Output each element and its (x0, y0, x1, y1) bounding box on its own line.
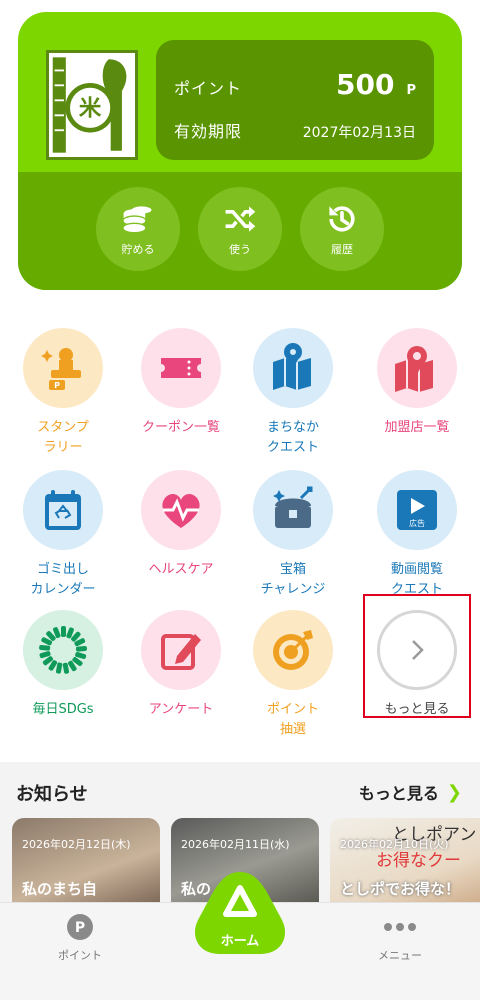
map-key-icon (253, 328, 333, 408)
point-badge: P (75, 920, 85, 936)
nav-point-label: ポイント (58, 949, 102, 962)
town-quest-label: まちなか クエスト (266, 420, 319, 455)
member-stores-label: 加盟店一覧 (384, 420, 450, 435)
daily-sdgs-item[interactable]: 毎日SDGs (8, 610, 118, 720)
history-button[interactable]: 履歴 (300, 187, 384, 271)
news-more-link[interactable]: もっと見る ❯ (359, 780, 462, 804)
point-icon: P (67, 914, 93, 940)
nav-home-label: ホーム (220, 934, 260, 949)
daily-sdgs-label: 毎日SDGs (32, 702, 94, 717)
coupon-list-item[interactable]: クーポン一覧 (126, 328, 236, 438)
treasure-challenge-label: 宝箱 チャレンジ (260, 562, 326, 597)
nav-menu-label: メニュー (378, 949, 422, 962)
news-title: お知らせ (16, 784, 88, 805)
news-date: 2026年02月12日(木) (22, 838, 131, 851)
coins-icon (123, 206, 152, 233)
treasure-challenge-item[interactable]: 宝箱 チャレンジ (238, 470, 348, 600)
map-pin-icon (377, 328, 457, 408)
more-label: もっと見る (384, 702, 450, 717)
survey-label: アンケート (148, 702, 214, 717)
shuffle-icon (225, 206, 256, 232)
history-icon (329, 206, 355, 232)
point-info-box: ポイント 500 P 有効期限 2027年02月13日 (156, 40, 434, 160)
point-lottery-label: ポイント 抽選 (266, 702, 319, 737)
healthcare-label: ヘルスケア (148, 562, 214, 577)
video-ad-icon: 広告 (377, 470, 457, 550)
chevron-right-icon: ❯ (446, 781, 462, 803)
news-more-label: もっと見る (358, 784, 439, 803)
save-points-label: 貯める (121, 243, 155, 256)
healthcare-item[interactable]: ヘルスケア (126, 470, 236, 580)
survey-item[interactable]: アンケート (126, 610, 236, 720)
point-label: ポイント (174, 79, 243, 98)
member-stores-item[interactable]: 加盟店一覧 (362, 328, 472, 438)
expiry-label: 有効期限 (174, 122, 243, 141)
stamp-rally-label: スタンプ ラリー (37, 420, 89, 455)
news-headline: としポでお得な！ (340, 880, 461, 898)
stamp-rally-item[interactable]: P スタンプ ラリー (8, 328, 118, 458)
sdgs-icon (23, 610, 103, 690)
coupon-icon (141, 328, 221, 408)
coupon-list-label: クーポン一覧 (141, 420, 220, 435)
heart-icon (141, 470, 221, 550)
more-item[interactable]: もっと見る (362, 610, 472, 720)
save-points-button[interactable]: 貯める (96, 187, 180, 271)
target-icon (253, 610, 333, 690)
city-logo: 米 (46, 50, 138, 160)
news-date: 2026年02月11日(水) (181, 838, 290, 851)
stamp-icon: P (23, 328, 103, 408)
point-value: 500 (336, 68, 395, 101)
chevron-right-icon (377, 610, 457, 690)
recycle-calendar-icon (23, 470, 103, 550)
garbage-calendar-item[interactable]: ゴミ出し カレンダー (8, 470, 118, 600)
town-quest-item[interactable]: まちなか クエスト (238, 328, 348, 458)
pencil-icon (141, 610, 221, 690)
more-dots-icon (384, 923, 416, 931)
use-points-button[interactable]: 使う (198, 187, 282, 271)
news-date: 2026年02月10日(火) (340, 838, 449, 851)
svg-text:P: P (54, 381, 60, 390)
ad-badge: 広告 (409, 518, 425, 528)
video-quest-item[interactable]: 広告 動画閲覧 クエスト (362, 470, 472, 600)
point-lottery-item[interactable]: ポイント 抽選 (238, 610, 348, 740)
news-headline: 私のまち自 (22, 880, 98, 898)
history-label: 履歴 (331, 243, 353, 256)
point-card: 米 ポイント 500 P 有効期限 2027年02月13日 貯める 使う 履歴 (18, 12, 462, 290)
use-points-label: 使う (229, 243, 251, 256)
svg-text:米: 米 (79, 95, 102, 121)
expiry-value: 2027年02月13日 (302, 125, 416, 141)
nav-point[interactable]: P ポイント (30, 913, 130, 963)
garbage-calendar-label: ゴミ出し カレンダー (30, 562, 96, 597)
nav-menu[interactable]: メニュー (350, 913, 450, 963)
point-unit: P (406, 83, 416, 98)
treasure-icon (253, 470, 333, 550)
nav-home-button[interactable]: ホーム (194, 870, 286, 956)
